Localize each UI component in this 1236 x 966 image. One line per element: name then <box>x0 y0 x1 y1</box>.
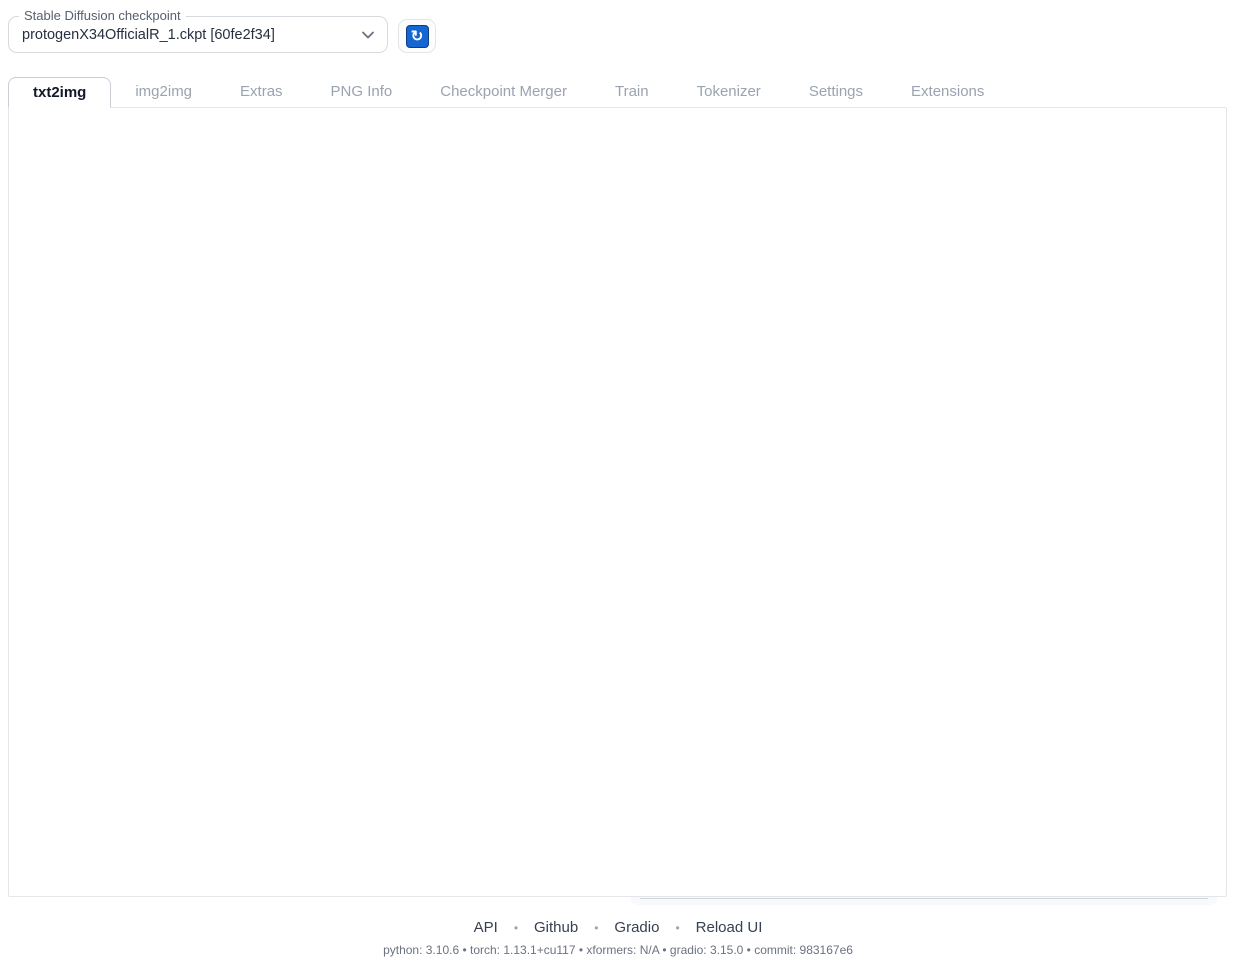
tab-png-info[interactable]: PNG Info <box>307 77 417 108</box>
txt2img-panel <box>8 107 1227 897</box>
separator-dot: • <box>675 921 679 935</box>
tab-settings[interactable]: Settings <box>785 77 887 108</box>
footer-link-api[interactable]: API <box>474 919 498 936</box>
tab-bar: txt2img img2img Extras PNG Info Checkpoi… <box>8 77 1228 108</box>
tab-tokenizer[interactable]: Tokenizer <box>673 77 785 108</box>
refresh-icon: ↻ <box>406 25 429 48</box>
tab-extensions[interactable]: Extensions <box>887 77 1008 108</box>
stable-diffusion-webui: Stable Diffusion checkpoint protogenX34O… <box>0 0 1236 966</box>
footer-link-reload-ui[interactable]: Reload UI <box>696 919 763 936</box>
tab-extras[interactable]: Extras <box>216 77 307 108</box>
refresh-checkpoint-button[interactable]: ↻ <box>398 19 436 53</box>
footer-version-info: python: 3.10.6 • torch: 1.13.1+cu117 • x… <box>0 943 1236 957</box>
footer-links: API • Github • Gradio • Reload UI <box>0 919 1236 936</box>
tab-checkpoint-merger[interactable]: Checkpoint Merger <box>416 77 591 108</box>
checkpoint-label: Stable Diffusion checkpoint <box>19 8 186 23</box>
footer-link-github[interactable]: Github <box>534 919 578 936</box>
tab-train[interactable]: Train <box>591 77 673 108</box>
chevron-down-icon <box>362 31 374 39</box>
tab-txt2img[interactable]: txt2img <box>8 77 111 108</box>
separator-dot: • <box>594 921 598 935</box>
checkpoint-dropdown[interactable]: Stable Diffusion checkpoint protogenX34O… <box>8 16 388 53</box>
checkpoint-value: protogenX34OfficialR_1.ckpt [60fe2f34] <box>22 27 275 43</box>
tab-img2img[interactable]: img2img <box>111 77 216 108</box>
footer-link-gradio[interactable]: Gradio <box>614 919 659 936</box>
separator-dot: • <box>514 921 518 935</box>
